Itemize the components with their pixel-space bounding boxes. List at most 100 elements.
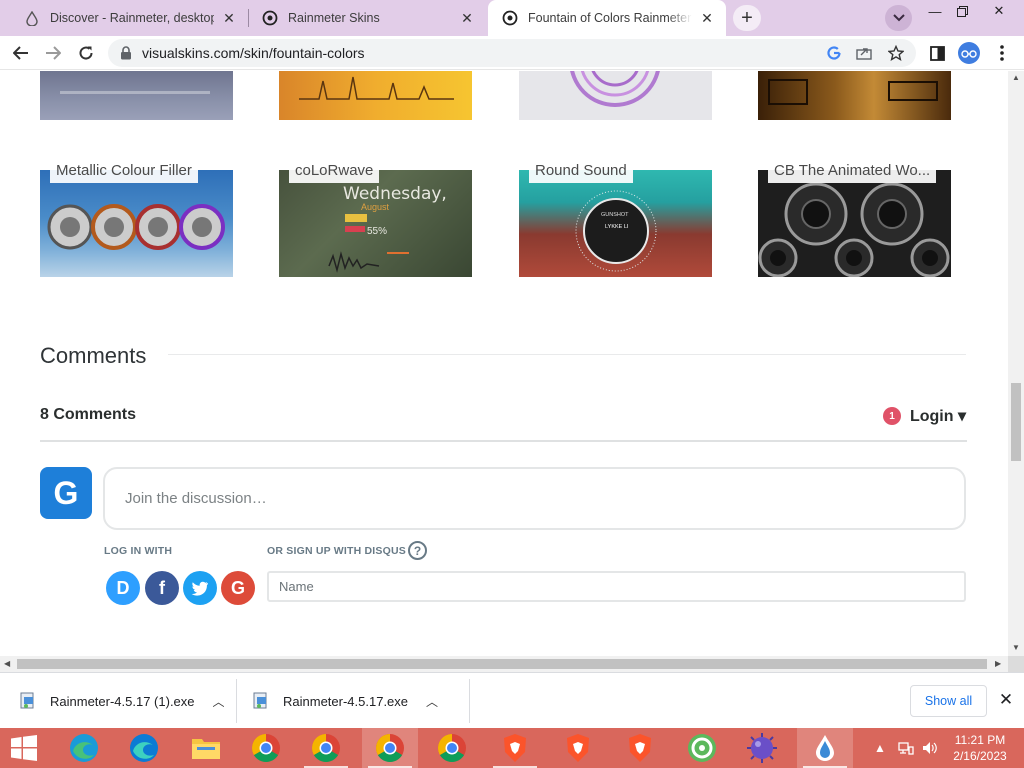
skin-card-colorwave[interactable]: Wednesday, August 55% coLoRwave bbox=[279, 158, 472, 277]
close-tab-icon[interactable]: ✕ bbox=[698, 9, 716, 27]
thumb-detail bbox=[570, 71, 660, 107]
skin-label: coLoRwave bbox=[289, 158, 380, 183]
taskbar-file-explorer[interactable] bbox=[178, 728, 234, 768]
close-tab-icon[interactable]: ✕ bbox=[458, 9, 476, 27]
volume-icon[interactable] bbox=[920, 728, 940, 768]
skin-card-round-sound[interactable]: GUNSHOT LYKKE LI Round Sound bbox=[519, 158, 712, 277]
close-window-button[interactable]: ✕ bbox=[982, 0, 1016, 22]
thumb-detail bbox=[299, 76, 454, 100]
facebook-login-button[interactable]: f bbox=[145, 571, 179, 605]
tab-rainmeter-skins[interactable]: Rainmeter Skins ✕ bbox=[248, 0, 486, 36]
brave-icon bbox=[504, 734, 526, 762]
comment-count: 8 Comments bbox=[40, 406, 137, 423]
tab-discover[interactable]: Discover - Rainmeter, desktop cu ✕ bbox=[10, 0, 248, 36]
twitter-login-button[interactable] bbox=[183, 571, 217, 605]
download-shelf: Rainmeter-4.5.17 (1).exe ︿ Rainmeter-4.5… bbox=[0, 672, 1024, 728]
more-vertical-icon bbox=[1000, 45, 1004, 61]
forward-button[interactable] bbox=[40, 40, 66, 66]
skin-thumbnail bbox=[40, 170, 233, 277]
taskbar-chrome-active[interactable] bbox=[362, 728, 418, 768]
taskbar-chrome[interactable] bbox=[238, 728, 294, 768]
back-button[interactable] bbox=[8, 40, 34, 66]
login-label[interactable]: Login ▾ bbox=[910, 406, 966, 426]
scroll-up-icon[interactable]: ▲ bbox=[1012, 73, 1020, 82]
skin-card-cb-animated-woofer[interactable]: CB The Animated Wo... bbox=[758, 158, 951, 277]
bookmark-star-icon[interactable] bbox=[886, 43, 906, 63]
page-content: Metallic Colour Filler Wednesday, August… bbox=[0, 71, 1008, 656]
tab-title: Discover - Rainmeter, desktop cu bbox=[50, 11, 214, 25]
help-icon[interactable]: ? bbox=[408, 541, 427, 560]
taskbar-purple-app[interactable] bbox=[734, 728, 790, 768]
network-icon[interactable] bbox=[896, 728, 916, 768]
vertical-scrollbar[interactable]: ▲ ▼ bbox=[1008, 71, 1024, 656]
taskbar-brave[interactable] bbox=[487, 728, 543, 768]
download-item[interactable]: Rainmeter-4.5.17 (1).exe ︿ bbox=[20, 681, 225, 721]
reload-button[interactable] bbox=[73, 40, 99, 66]
restore-button[interactable] bbox=[945, 0, 979, 22]
thumb-detail: GUNSHOT bbox=[601, 212, 629, 218]
start-button[interactable] bbox=[0, 728, 48, 768]
address-bar[interactable]: visualskins.com/skin/fountain-colors bbox=[108, 39, 916, 67]
download-item[interactable]: Rainmeter-4.5.17.exe ︿ bbox=[253, 681, 438, 721]
close-download-shelf-icon[interactable]: ✕ bbox=[995, 689, 1017, 711]
skin-thumbnail[interactable] bbox=[519, 71, 712, 120]
skin-label: Metallic Colour Filler bbox=[50, 158, 198, 183]
edge-icon bbox=[70, 734, 98, 762]
rainmeter-drop-icon bbox=[24, 10, 40, 26]
google-login-button[interactable]: G bbox=[221, 571, 255, 605]
close-tab-icon[interactable]: ✕ bbox=[220, 9, 238, 27]
taskbar-edge-dev[interactable] bbox=[56, 728, 112, 768]
new-tab-button[interactable]: + bbox=[733, 5, 761, 31]
chrome-icon bbox=[252, 734, 280, 762]
taskbar-brave-3[interactable] bbox=[612, 728, 668, 768]
log-in-with-label: LOG IN WITH bbox=[104, 545, 173, 557]
chevron-up-icon[interactable]: ︿ bbox=[213, 693, 225, 710]
tab-title: Rainmeter Skins bbox=[288, 11, 380, 25]
skin-label: CB The Animated Wo... bbox=[768, 158, 937, 183]
installer-file-icon bbox=[20, 692, 34, 709]
tab-strip: Discover - Rainmeter, desktop cu ✕ Rainm… bbox=[0, 0, 1024, 36]
windows-taskbar: ▲ 11:21 PM 2/16/2023 bbox=[0, 728, 1024, 768]
system-clock[interactable]: 11:21 PM 2/16/2023 bbox=[944, 732, 1016, 764]
show-hidden-icons[interactable]: ▲ bbox=[872, 728, 888, 768]
join-discussion-input[interactable]: Join the discussion… bbox=[103, 467, 966, 530]
skin-card-metallic-colour-filler[interactable]: Metallic Colour Filler bbox=[40, 158, 233, 277]
disqus-login-button[interactable]: D bbox=[106, 571, 140, 605]
skin-thumbnail bbox=[758, 170, 951, 277]
taskbar-chrome-profile[interactable] bbox=[298, 728, 354, 768]
tab-fountain-of-colors[interactable]: Fountain of Colors Rainmeter Skins ✕ bbox=[488, 0, 726, 36]
tab-search-button[interactable] bbox=[885, 5, 912, 31]
taskbar-edge[interactable] bbox=[116, 728, 172, 768]
horizontal-scrollbar[interactable]: ◀ ▶ bbox=[0, 656, 1008, 672]
side-panel-button[interactable] bbox=[924, 40, 950, 66]
notification-badge[interactable]: 1 bbox=[882, 407, 901, 425]
taskbar-chrome-2[interactable] bbox=[424, 728, 480, 768]
scroll-left-icon[interactable]: ◀ bbox=[4, 659, 10, 668]
skin-thumbnail[interactable] bbox=[279, 71, 472, 120]
taskbar-rainmeter[interactable] bbox=[797, 728, 853, 768]
taskbar-green-app[interactable] bbox=[674, 728, 730, 768]
download-filename: Rainmeter-4.5.17.exe bbox=[283, 693, 409, 709]
scroll-down-icon[interactable]: ▼ bbox=[1012, 643, 1020, 652]
chrome-menu-button[interactable] bbox=[989, 40, 1015, 66]
scroll-right-icon[interactable]: ▶ bbox=[995, 659, 1001, 668]
vertical-scroll-thumb[interactable] bbox=[1011, 383, 1021, 461]
browser-toolbar: visualskins.com/skin/fountain-colors bbox=[0, 36, 1024, 70]
skin-thumbnail[interactable] bbox=[40, 71, 233, 120]
download-filename: Rainmeter-4.5.17 (1).exe bbox=[50, 693, 195, 709]
clock-date: 2/16/2023 bbox=[953, 749, 1007, 763]
profile-button[interactable] bbox=[956, 40, 982, 66]
login-menu[interactable]: 1 Login ▾ bbox=[882, 406, 966, 426]
horizontal-scroll-thumb[interactable] bbox=[17, 659, 987, 669]
share-icon[interactable] bbox=[854, 43, 874, 63]
show-all-button[interactable]: Show all bbox=[910, 685, 987, 717]
chrome-icon bbox=[438, 734, 466, 762]
green-swirl-icon bbox=[688, 734, 716, 762]
avatar-icon bbox=[958, 42, 980, 64]
edge-icon bbox=[130, 734, 158, 762]
chevron-up-icon[interactable]: ︿ bbox=[426, 693, 438, 710]
google-lens-icon[interactable] bbox=[824, 43, 844, 63]
skin-thumbnail[interactable] bbox=[758, 71, 951, 120]
taskbar-brave-2[interactable] bbox=[550, 728, 606, 768]
name-field[interactable] bbox=[267, 571, 966, 602]
